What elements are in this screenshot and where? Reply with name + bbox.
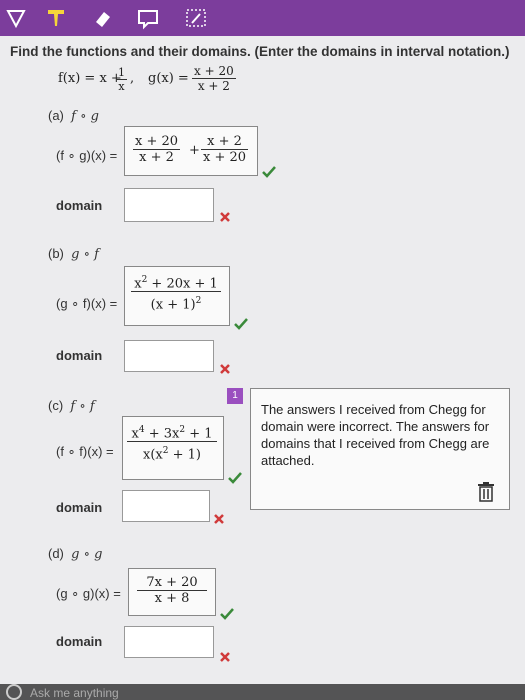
part-b-domain-input[interactable] [124,340,214,372]
part-a-plus: + [189,143,200,158]
g-definition-fraction: x + 20 x + 2 [192,64,236,93]
part-d-label: (d) g ∘ g [48,546,103,562]
g-definition-lhs: g(x) = [148,71,189,86]
highlighter-icon[interactable] [44,6,68,30]
part-a-term1: x + 20 x + 2 [133,134,181,165]
part-c-domain-incorrect-cross-icon [214,514,224,524]
assistant-icon[interactable] [6,684,22,700]
part-a-lhs: (f ∘ g)(x) = [56,148,118,163]
question-prompt: Find the functions and their domains. (E… [10,44,510,59]
f-definition-fraction: 1 x [116,66,127,93]
select-icon[interactable] [184,6,208,30]
part-c-label: (c) f ∘ f [48,398,95,414]
comment-icon[interactable] [136,6,160,30]
part-a-term2: x + 2 x + 20 [201,134,249,165]
part-a-answer-field[interactable]: x + 20 x + 2 + x + 2 x + 20 [124,126,258,176]
part-c-domain-input[interactable] [122,490,210,522]
comment-text: The answers I received from Chegg for do… [261,402,490,468]
part-a-domain-label: domain [56,198,103,213]
comma-separator: , [130,71,135,86]
part-c-lhs: (f ∘ f)(x) = [56,444,114,459]
comment-badge[interactable]: 1 [227,388,243,404]
part-c-correct-check-icon [228,472,242,484]
part-b-answer-field[interactable]: x2 + 20x + 1 (x + 1)2 [124,266,230,326]
part-d-lhs: (g ∘ g)(x) = [56,586,121,601]
part-b-lhs: (g ∘ f)(x) = [56,296,118,311]
part-c-domain-label: domain [56,500,103,515]
part-a-label: (a) f ∘ g [48,108,99,124]
pen-icon[interactable] [4,6,28,30]
trash-icon[interactable] [477,482,495,502]
part-a-domain-incorrect-cross-icon [220,212,230,222]
part-d-domain-input[interactable] [124,626,214,658]
part-b-domain-label: domain [56,348,103,363]
part-d-correct-check-icon [220,608,234,620]
part-d-answer-field[interactable]: 7x + 20 x + 8 [128,568,216,616]
part-b-fraction: x2 + 20x + 1 (x + 1)2 [131,275,221,313]
part-b-label: (b) g ∘ f [48,246,99,262]
part-d-domain-label: domain [56,634,103,649]
part-d-fraction: 7x + 20 x + 8 [137,575,207,606]
ask-input[interactable]: Ask me anything [30,686,119,700]
part-c-answer-field[interactable]: x4 + 3x2 + 1 x(x2 + 1) [122,416,224,480]
part-a-correct-check-icon [262,166,276,178]
part-c-fraction: x4 + 3x2 + 1 x(x2 + 1) [127,425,217,463]
comment-panel[interactable]: The answers I received from Chegg for do… [250,388,510,510]
part-d-domain-incorrect-cross-icon [220,652,230,662]
annotation-toolbar [0,0,525,36]
eraser-icon[interactable] [90,6,114,30]
part-b-correct-check-icon [234,318,248,330]
part-b-domain-incorrect-cross-icon [220,364,230,374]
f-definition-lhs: f(x) = x + [58,71,122,86]
part-a-domain-input[interactable] [124,188,214,222]
